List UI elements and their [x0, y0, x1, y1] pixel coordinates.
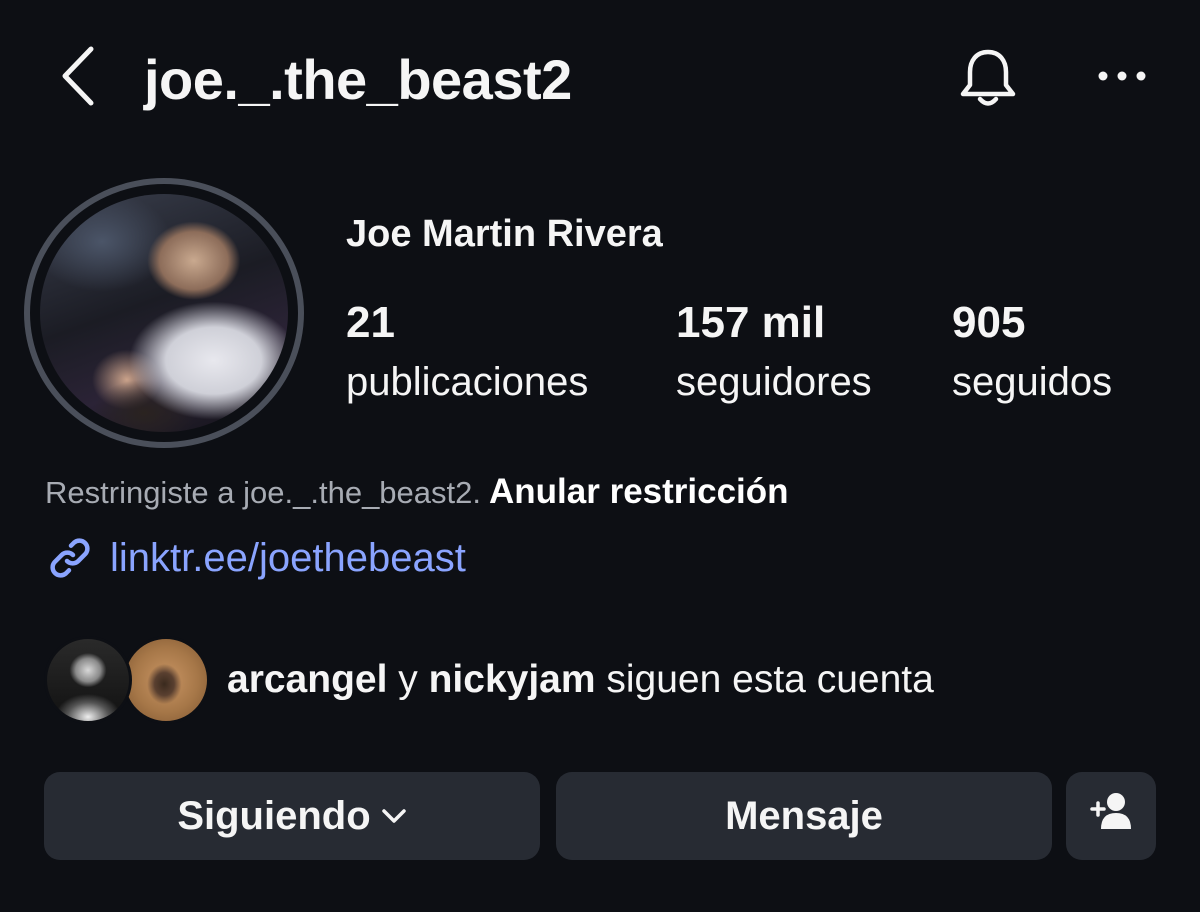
stat-posts[interactable]: 21 publicaciones — [346, 296, 588, 410]
stat-followers-label: seguidores — [676, 360, 872, 404]
bell-icon — [958, 47, 1018, 114]
profile-avatar[interactable] — [40, 194, 288, 432]
following-button-label: Siguiendo — [177, 793, 371, 838]
message-button-label: Mensaje — [725, 793, 883, 838]
suggested-users-button[interactable] — [1066, 772, 1156, 860]
mutual-avatar-nickyjam[interactable] — [122, 636, 210, 724]
bio-link-text[interactable]: linktr.ee/joethebeast — [110, 532, 466, 584]
mutual-user-nickyjam[interactable]: nickyjam — [429, 658, 596, 701]
chevron-left-icon — [57, 45, 97, 112]
unrestrict-link[interactable]: Anular restricción — [489, 472, 789, 511]
stat-following-count: 905 — [952, 298, 1026, 347]
mutual-connector: y — [398, 658, 418, 701]
profile-page: joe._.the_beast2 Joe Martin Rivera 21 pu… — [0, 0, 1200, 912]
more-options-button[interactable] — [1090, 56, 1154, 100]
stat-posts-count: 21 — [346, 298, 395, 347]
mutual-avatar-arcangel[interactable] — [44, 636, 132, 724]
back-button[interactable] — [52, 46, 102, 110]
profile-full-name: Joe Martin Rivera — [346, 213, 663, 255]
stat-following-label: seguidos — [952, 360, 1113, 404]
profile-username: joe._.the_beast2 — [144, 48, 572, 111]
bio-link[interactable]: linktr.ee/joethebeast — [46, 530, 466, 586]
chevron-down-icon — [381, 808, 407, 824]
message-button[interactable]: Mensaje — [556, 772, 1052, 860]
mutual-followers-text: arcangel y nickyjam siguen esta cuenta — [227, 654, 934, 706]
more-horizontal-icon — [1097, 69, 1147, 87]
mutual-suffix: siguen esta cuenta — [606, 658, 934, 701]
mutual-followers[interactable]: arcangel y nickyjam siguen esta cuenta — [44, 632, 934, 728]
stat-followers-count: 157 mil — [676, 298, 826, 347]
notifications-button[interactable] — [952, 42, 1024, 118]
profile-header: joe._.the_beast2 — [0, 0, 1200, 160]
link-icon — [46, 534, 94, 582]
restriction-notice: Restringiste a joe._.the_beast2. Anular r… — [45, 470, 789, 515]
stat-following[interactable]: 905 seguidos — [952, 296, 1112, 410]
restriction-text: Restringiste a joe._.the_beast2. — [45, 475, 481, 510]
stat-followers[interactable]: 157 mil seguidores — [676, 296, 872, 410]
profile-avatar-ring[interactable] — [24, 178, 304, 448]
stat-posts-label: publicaciones — [346, 360, 589, 404]
mutual-user-arcangel[interactable]: arcangel — [227, 658, 387, 701]
mutual-avatars — [44, 634, 210, 726]
following-button[interactable]: Siguiendo — [44, 772, 540, 860]
add-person-icon — [1089, 791, 1133, 841]
